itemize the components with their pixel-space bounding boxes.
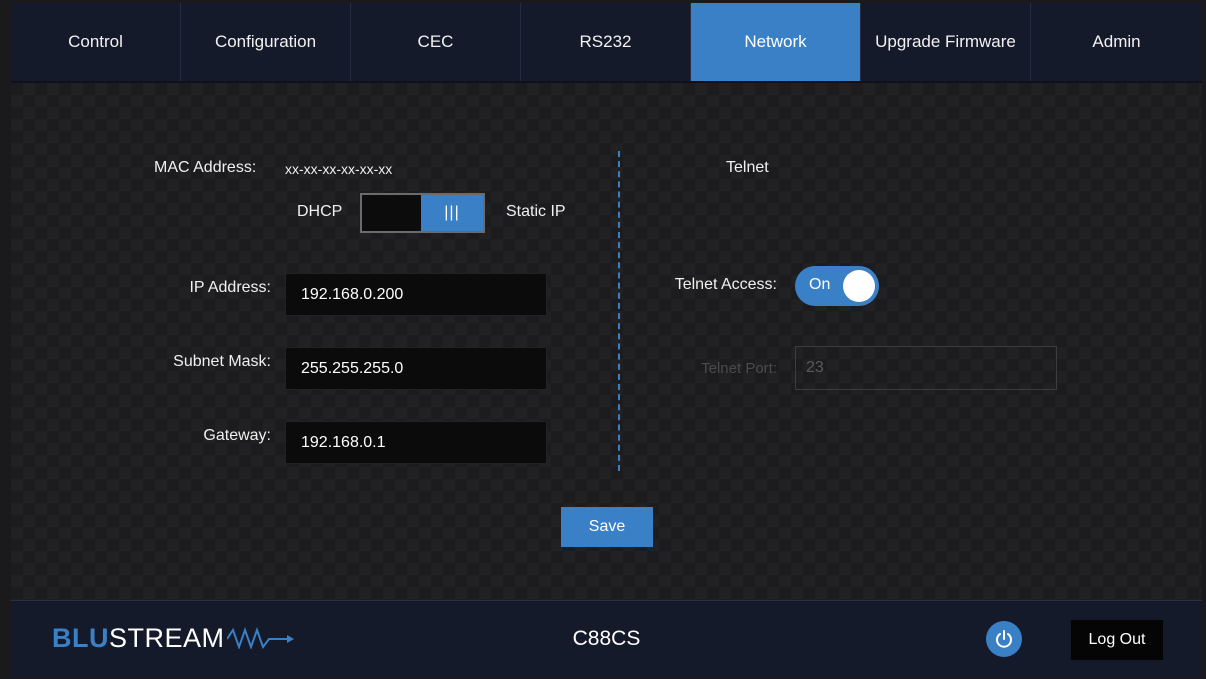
tab-rs232[interactable]: RS232 — [521, 3, 691, 81]
power-icon — [996, 630, 1012, 648]
logout-button[interactable]: Log Out — [1071, 620, 1163, 660]
tab-network[interactable]: Network — [691, 3, 861, 81]
switch-grip-icon: ||| — [421, 195, 483, 231]
tab-upgrade-firmware[interactable]: Upgrade Firmware — [861, 3, 1031, 81]
mac-address-label: MAC Address: — [154, 159, 257, 176]
gateway-input[interactable]: 192.168.0.1 — [285, 421, 547, 464]
ip-address-label: IP Address: — [189, 279, 271, 296]
dhcp-label: DHCP — [297, 203, 343, 220]
static-ip-label: Static IP — [506, 203, 566, 220]
toggle-state-label: On — [809, 276, 831, 293]
footer-bar: BLU STREAM C88CS Log Out — [11, 600, 1202, 677]
top-nav: Control Configuration CEC RS232 Network … — [11, 3, 1202, 81]
dhcp-static-switch[interactable]: ||| — [360, 193, 485, 233]
ip-address-input[interactable]: 192.168.0.200 — [285, 273, 547, 316]
telnet-access-toggle[interactable]: On — [795, 266, 879, 306]
tab-control[interactable]: Control — [11, 3, 181, 81]
telnet-heading: Telnet — [726, 159, 769, 176]
telnet-port-input[interactable]: 23 — [795, 346, 1057, 390]
column-divider — [618, 151, 620, 471]
telnet-port-label: Telnet Port: — [701, 360, 777, 377]
gateway-label: Gateway: — [203, 427, 271, 444]
toggle-knob — [843, 270, 875, 302]
mac-address-value: xx-xx-xx-xx-xx-xx — [285, 161, 393, 177]
telnet-access-label: Telnet Access: — [674, 276, 777, 293]
network-panel: MAC Address: xx-xx-xx-xx-xx-xx DHCP ||| … — [11, 83, 1202, 600]
save-button[interactable]: Save — [561, 507, 653, 547]
power-button[interactable] — [986, 621, 1022, 657]
tab-configuration[interactable]: Configuration — [181, 3, 351, 81]
device-name: C88CS — [572, 627, 641, 650]
subnet-mask-label: Subnet Mask: — [173, 353, 271, 370]
tab-admin[interactable]: Admin — [1031, 3, 1202, 81]
subnet-mask-input[interactable]: 255.255.255.0 — [285, 347, 547, 390]
tab-cec[interactable]: CEC — [351, 3, 521, 81]
